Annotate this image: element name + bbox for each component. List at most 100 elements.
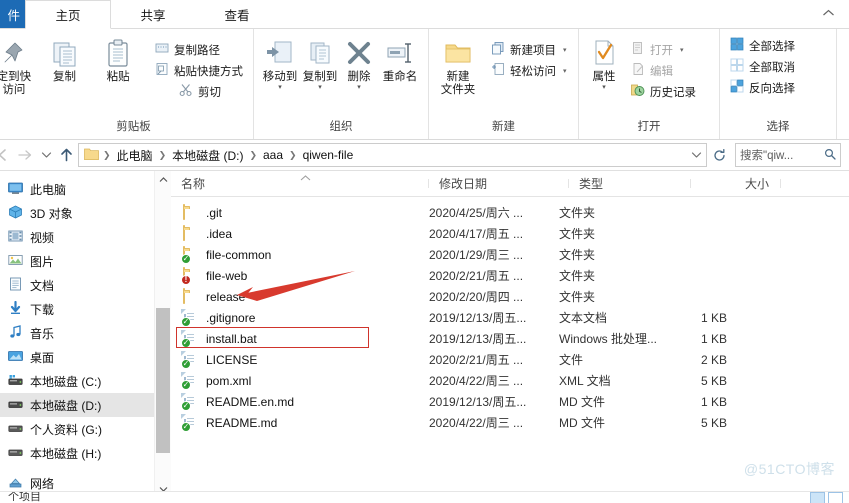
recent-locations-button[interactable] xyxy=(38,143,54,167)
file-name-cell[interactable]: ✓ .gitignore xyxy=(171,308,419,327)
file-name-cell[interactable]: .git xyxy=(171,203,419,221)
column-header-size[interactable]: 大小 xyxy=(691,175,781,192)
table-row[interactable]: .idea 2020/4/17/周五 ... 文件夹 xyxy=(171,223,849,244)
table-row[interactable]: ✓ README.en.md 2019/12/13/周五... MD 文件 1 … xyxy=(171,391,849,412)
select-none-button[interactable]: 全部取消 xyxy=(726,56,799,77)
open-caret-icon[interactable]: ▾ xyxy=(680,46,684,54)
sidebar-scroll-up-icon[interactable] xyxy=(155,171,171,188)
paste-button[interactable]: 粘贴 xyxy=(91,33,145,84)
breadcrumb-aaa[interactable]: aaa xyxy=(259,147,287,163)
edit-button[interactable]: 编辑 xyxy=(627,60,700,81)
sidebar-item-drive-h[interactable]: 本地磁盘 (H:) xyxy=(0,441,171,465)
sidebar-item-drive-g[interactable]: 个人资料 (G:) xyxy=(0,417,171,441)
copy-button[interactable]: 复制 xyxy=(38,33,92,84)
tab-share[interactable]: 共享 xyxy=(111,0,195,28)
table-row[interactable]: release 2020/2/20/周四 ... 文件夹 xyxy=(171,286,849,307)
sidebar-item-3d-objects[interactable]: 3D 对象 xyxy=(0,201,171,225)
select-all-button[interactable]: 全部选择 xyxy=(726,35,799,56)
paste-shortcut-button[interactable]: 粘贴快捷方式 xyxy=(151,60,247,81)
table-row[interactable]: ✓ LICENSE 2020/2/21/周五 ... 文件 2 KB xyxy=(171,349,849,370)
table-row[interactable]: .git 2020/4/25/周六 ... 文件夹 xyxy=(171,202,849,223)
new-folder-button[interactable]: 新建 文件夹 xyxy=(435,33,481,97)
properties-caret-icon[interactable]: ▾ xyxy=(602,84,606,91)
file-name-cell[interactable]: ✓ pom.xml xyxy=(171,371,419,390)
breadcrumb-separator-icon[interactable]: ❯ xyxy=(102,150,112,161)
open-button[interactable]: 打开 ▾ xyxy=(627,39,700,60)
table-row[interactable]: ✓ pom.xml 2020/4/22/周三 ... XML 文档 5 KB xyxy=(171,370,849,391)
forward-button[interactable] xyxy=(14,143,36,167)
large-icons-view-button[interactable] xyxy=(828,492,843,503)
sidebar-scroll-track[interactable] xyxy=(155,188,171,480)
column-header-date[interactable]: 修改日期 xyxy=(429,175,569,192)
breadcrumb-qiwen-file[interactable]: qiwen-file xyxy=(299,147,358,163)
easy-access-caret-icon[interactable]: ▾ xyxy=(563,67,567,75)
invert-selection-icon xyxy=(730,79,744,96)
refresh-button[interactable] xyxy=(709,143,729,167)
file-name-cell[interactable]: ! file-web xyxy=(171,266,419,285)
tab-file[interactable]: 件 xyxy=(0,0,25,28)
copy-path-button[interactable]: 复制路径 xyxy=(151,39,247,60)
breadcrumb-this-pc[interactable]: 此电脑 xyxy=(113,146,157,165)
sidebar-item-music[interactable]: 音乐 xyxy=(0,321,171,345)
sidebar-item-this-pc[interactable]: 此电脑 xyxy=(0,177,171,201)
file-name-cell[interactable]: ✓ LICENSE xyxy=(171,350,419,369)
sidebar-item-videos[interactable]: 视频 xyxy=(0,225,171,249)
file-name-cell[interactable]: ✓ README.en.md xyxy=(171,392,419,411)
file-size-cell: 5 KB xyxy=(700,373,727,388)
details-view-button[interactable] xyxy=(810,492,825,503)
sidebar-scroll-thumb[interactable] xyxy=(156,308,170,453)
table-row[interactable]: ✓ README.md 2020/4/22/周三 ... MD 文件 5 KB xyxy=(171,412,849,433)
table-row[interactable]: ✓ file-common 2020/1/29/周三 ... 文件夹 xyxy=(171,244,849,265)
paste-shortcut-label: 粘贴快捷方式 xyxy=(174,65,243,78)
new-item-button[interactable]: 新建项目 ▾ xyxy=(487,39,571,60)
up-button[interactable] xyxy=(56,143,76,167)
search-input[interactable]: 搜索"qiw... xyxy=(735,143,841,167)
breadcrumb-separator-icon[interactable]: ❯ xyxy=(248,150,258,161)
sidebar-item-documents[interactable]: 文档 xyxy=(0,273,171,297)
properties-button[interactable]: 属性 ▾ xyxy=(585,33,623,91)
copy-to-button[interactable]: 复制到 ▾ xyxy=(300,33,340,91)
file-name-cell[interactable]: release xyxy=(171,287,419,305)
move-to-caret-icon[interactable]: ▾ xyxy=(278,84,282,91)
invert-selection-button[interactable]: 反向选择 xyxy=(726,77,799,98)
sidebar-item-pictures[interactable]: 图片 xyxy=(0,249,171,273)
history-button[interactable]: 历史记录 xyxy=(627,81,700,102)
delete-button[interactable]: 删除 ▾ xyxy=(340,33,378,91)
sidebar-scrollbar[interactable] xyxy=(154,171,171,497)
sidebar-item-drive-d[interactable]: 本地磁盘 (D:) xyxy=(0,393,171,417)
tab-home[interactable]: 主页 xyxy=(25,0,111,29)
delete-caret-icon[interactable]: ▾ xyxy=(357,84,361,91)
column-header-name[interactable]: 名称 xyxy=(171,175,429,192)
rename-button[interactable]: 重命名 xyxy=(378,33,422,84)
file-date-cell: 2020/1/29/周三 ... xyxy=(429,248,524,262)
file-name-cell[interactable]: ✓ install.bat xyxy=(171,329,419,348)
address-dropdown-icon[interactable] xyxy=(688,146,704,164)
breadcrumb-drive-d[interactable]: 本地磁盘 (D:) xyxy=(168,146,247,165)
breadcrumb-separator-icon[interactable]: ❯ xyxy=(158,150,168,161)
sidebar-label: 本地磁盘 (C:) xyxy=(30,374,102,389)
sidebar-item-downloads[interactable]: 下载 xyxy=(0,297,171,321)
address-input[interactable]: ❯ 此电脑 ❯ 本地磁盘 (D:) ❯ aaa ❯ qiwen-file xyxy=(78,143,707,167)
back-button[interactable] xyxy=(0,143,12,167)
sidebar-item-drive-c[interactable]: 本地磁盘 (C:) xyxy=(0,369,171,393)
select-none-label: 全部取消 xyxy=(749,61,795,74)
search-icon[interactable] xyxy=(824,148,836,163)
file-name-cell[interactable]: ✓ README.md xyxy=(171,413,419,432)
table-row[interactable]: ✓ install.bat 2019/12/13/周五... Windows 批… xyxy=(171,328,849,349)
sidebar-item-desktop[interactable]: 桌面 xyxy=(0,345,171,369)
table-row[interactable]: ✓ .gitignore 2019/12/13/周五... 文本文档 1 KB xyxy=(171,307,849,328)
file-name-cell[interactable]: .idea xyxy=(171,224,419,242)
collapse-ribbon-icon[interactable] xyxy=(822,8,835,20)
file-name-cell[interactable]: ✓ file-common xyxy=(171,245,419,264)
pin-to-quick-access-button[interactable]: 定到快 访问 xyxy=(0,33,38,97)
tab-view[interactable]: 查看 xyxy=(195,0,279,28)
easy-access-button[interactable]: 轻松访问 ▾ xyxy=(487,60,571,81)
network-icon xyxy=(8,475,23,492)
column-header-type[interactable]: 类型 xyxy=(569,175,691,192)
table-row[interactable]: ! file-web 2020/2/21/周五 ... 文件夹 xyxy=(171,265,849,286)
new-item-caret-icon[interactable]: ▾ xyxy=(563,46,567,54)
breadcrumb-separator-icon[interactable]: ❯ xyxy=(288,150,298,161)
cut-button[interactable]: 剪切 xyxy=(175,81,247,102)
move-to-button[interactable]: 移动到 ▾ xyxy=(260,33,300,91)
copy-to-caret-icon[interactable]: ▾ xyxy=(318,84,322,91)
